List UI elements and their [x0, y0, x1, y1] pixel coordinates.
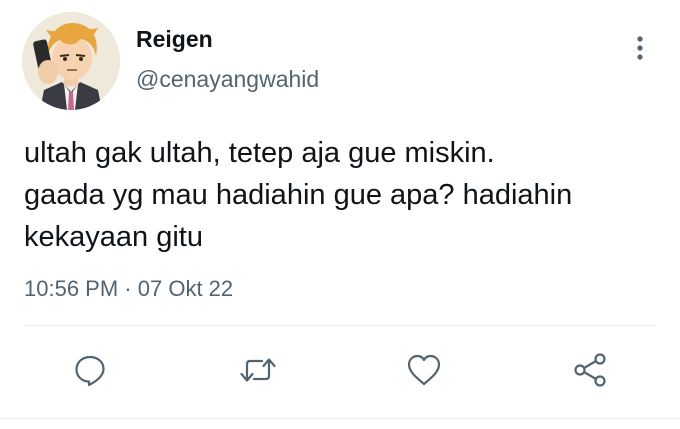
like-button[interactable] — [402, 348, 446, 392]
display-name[interactable]: Reigen — [136, 26, 213, 53]
tweet-timestamp[interactable]: 10:56 PM · 07 Okt 22 — [24, 276, 233, 302]
tweet-date: 07 Okt 22 — [137, 276, 234, 301]
bottom-divider — [0, 418, 680, 419]
tweet-text: ultah gak ultah, tetep aja gue miskin. g… — [24, 137, 573, 253]
tweet-card: Reigen @cenayangwahid ultah gak ultah, t… — [0, 0, 680, 429]
retweet-icon — [240, 358, 276, 382]
like-icon — [407, 354, 441, 386]
retweet-button[interactable] — [236, 348, 280, 392]
avatar[interactable] — [22, 12, 120, 110]
reply-icon — [75, 355, 105, 387]
more-vertical-icon — [637, 36, 643, 60]
share-button[interactable] — [568, 348, 612, 392]
reply-button[interactable] — [68, 348, 112, 392]
more-options-button[interactable] — [626, 30, 654, 66]
share-icon — [574, 353, 606, 387]
avatar-image — [22, 12, 120, 110]
tweet-actions — [0, 348, 680, 398]
user-handle[interactable]: @cenayangwahid — [136, 66, 319, 93]
tweet-time: 10:56 PM — [24, 276, 119, 301]
timestamp-separator: · — [124, 276, 132, 301]
divider — [24, 325, 656, 326]
